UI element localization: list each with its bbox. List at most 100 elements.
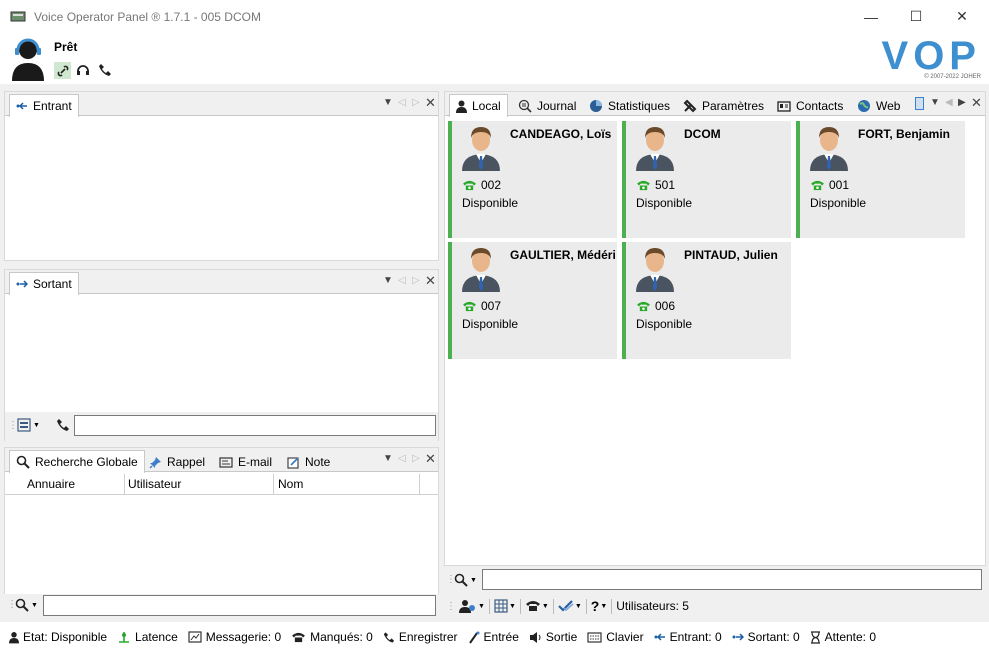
incoming-tabstrip: Entrant ▼ ◁ ▷ ✕	[5, 92, 438, 117]
user-card[interactable]: GAULTIER, Médéric 007 Disponible	[448, 242, 617, 359]
close-icon[interactable]: ✕	[425, 451, 436, 467]
status-incoming[interactable]: Entrant: 0	[654, 630, 722, 644]
note-icon	[287, 456, 300, 469]
globe-icon	[857, 99, 871, 113]
operator-avatar-icon	[12, 38, 44, 81]
keyboard-icon	[587, 631, 602, 643]
status-output[interactable]: Sortie	[529, 630, 577, 644]
record-icon	[383, 631, 394, 643]
status-state[interactable]: Etat: Disponible	[9, 630, 107, 644]
status-input[interactable]: Entrée	[468, 630, 519, 644]
user-avatar-icon	[808, 125, 850, 171]
status-missed[interactable]: Manqués: 0	[291, 630, 373, 644]
close-button[interactable]: ✕	[939, 0, 985, 33]
tab-local[interactable]: Local	[449, 94, 508, 117]
tab-reminder[interactable]: Rappel	[142, 450, 212, 473]
tab-statistics[interactable]: Statistiques	[582, 94, 677, 117]
tab-note[interactable]: Note	[280, 450, 337, 473]
minimize-button[interactable]: —	[848, 0, 894, 33]
prev-icon[interactable]: ◁	[398, 97, 406, 108]
next-icon[interactable]: ▷	[412, 275, 420, 286]
tab-outgoing[interactable]: Sortant	[9, 272, 79, 295]
pin-icon	[149, 456, 162, 469]
user-card-name: DCOM	[684, 127, 721, 141]
link-icon[interactable]	[54, 62, 71, 79]
next-icon[interactable]: ▷	[412, 453, 420, 464]
search-results-header: Annuaire Utilisateur Nom	[5, 474, 438, 495]
tab-web-label: Web	[876, 99, 901, 113]
user-card-state: Disponible	[462, 317, 519, 331]
tab-email[interactable]: E-mail	[212, 450, 279, 473]
filter-input[interactable]	[482, 569, 982, 590]
toolbar-grip: ⋮	[446, 600, 456, 612]
handset-icon[interactable]	[98, 63, 112, 80]
prev-icon[interactable]: ◁	[398, 453, 406, 464]
prev-icon[interactable]: ◀	[945, 97, 953, 108]
user-card-ext-number: 006	[655, 299, 676, 313]
user-card[interactable]: DCOM 501 Disponible	[622, 121, 791, 238]
tab-incoming[interactable]: Entrant	[9, 94, 79, 117]
voicemail-icon	[188, 631, 202, 643]
tab-web[interactable]: Web	[850, 94, 907, 117]
column-directory[interactable]: Annuaire	[23, 474, 125, 494]
column-user[interactable]: Utilisateur	[124, 474, 274, 494]
status-record[interactable]: Enregistrer	[383, 630, 458, 644]
close-icon[interactable]: ✕	[971, 95, 982, 111]
dialpad-menu-icon[interactable]: ▼	[17, 418, 40, 432]
window-title: Voice Operator Panel ® 1.7.1 - 005 DCOM	[34, 10, 261, 24]
next-icon[interactable]: ▷	[412, 97, 420, 108]
phone-icon	[462, 180, 477, 191]
logo-text: VOP	[881, 34, 981, 78]
contacts-icon	[777, 100, 791, 112]
user-card-extension[interactable]: 007	[462, 299, 501, 313]
dropdown-icon[interactable]: ▼	[383, 453, 393, 464]
user-card[interactable]: FORT, Benjamin 001 Disponible	[796, 121, 965, 238]
tab-contacts[interactable]: Contacts	[770, 94, 850, 117]
column-name[interactable]: Nom	[274, 474, 420, 494]
user-card-extension[interactable]: 501	[636, 178, 675, 192]
layout-menu-icon[interactable]: ▼	[494, 599, 516, 613]
filter-menu-icon[interactable]: ▼	[454, 573, 477, 587]
outgoing-arrow-icon	[732, 633, 744, 641]
tab-journal[interactable]: Journal	[511, 94, 583, 117]
tab-settings-label: Paramètres	[702, 99, 765, 113]
user-card-extension[interactable]: 006	[636, 299, 675, 313]
close-icon[interactable]: ✕	[425, 95, 436, 111]
status-waiting[interactable]: Attente: 0	[810, 630, 876, 644]
user-card-extension[interactable]: 001	[810, 178, 849, 192]
user-card-ext-number: 007	[481, 299, 502, 313]
search-menu-icon[interactable]: ▼	[15, 598, 38, 612]
status-outgoing[interactable]: Sortant: 0	[732, 630, 800, 644]
maximize-button[interactable]: ☐	[893, 0, 939, 33]
status-latency[interactable]: Latence	[117, 630, 178, 644]
dropdown-icon[interactable]: ▼	[930, 97, 940, 108]
tab-global-search[interactable]: Recherche Globale	[9, 450, 145, 473]
tab-settings[interactable]: Paramètres	[676, 94, 771, 117]
users-menu-icon[interactable]: ▼	[459, 599, 485, 613]
incoming-arrow-icon	[654, 633, 665, 641]
status-voicemail[interactable]: Messagerie: 0	[188, 630, 281, 644]
search-icon	[16, 455, 30, 469]
header: Prêt VOP © 2007-2022 JOHER	[0, 33, 989, 84]
help-menu-icon[interactable]: ? ▼	[591, 598, 608, 614]
journal-icon	[518, 99, 532, 113]
dial-input[interactable]	[74, 415, 436, 436]
search-input[interactable]	[43, 595, 436, 616]
headset-icon[interactable]	[76, 63, 90, 80]
prev-icon[interactable]: ◁	[398, 275, 406, 286]
user-card-extension[interactable]: 002	[462, 178, 501, 192]
outgoing-arrow-icon	[16, 280, 28, 288]
dial-phone-icon[interactable]	[56, 418, 70, 435]
user-card[interactable]: PINTAUD, Julien 006 Disponible	[622, 242, 791, 359]
status-keyboard[interactable]: Clavier	[587, 630, 644, 644]
phone-menu-icon[interactable]: ▼	[525, 600, 549, 612]
dropdown-icon[interactable]: ▼	[383, 97, 393, 108]
user-card-ext-number: 002	[481, 178, 502, 192]
user-card-ext-number: 001	[829, 178, 850, 192]
tab-overflow-icon[interactable]	[915, 97, 924, 110]
check-menu-icon[interactable]: ▼	[558, 599, 582, 613]
close-icon[interactable]: ✕	[425, 273, 436, 289]
user-card[interactable]: CANDEAGO, Loïs 002 Disponible	[448, 121, 617, 238]
next-icon[interactable]: ▶	[958, 97, 966, 108]
dropdown-icon[interactable]: ▼	[383, 275, 393, 286]
